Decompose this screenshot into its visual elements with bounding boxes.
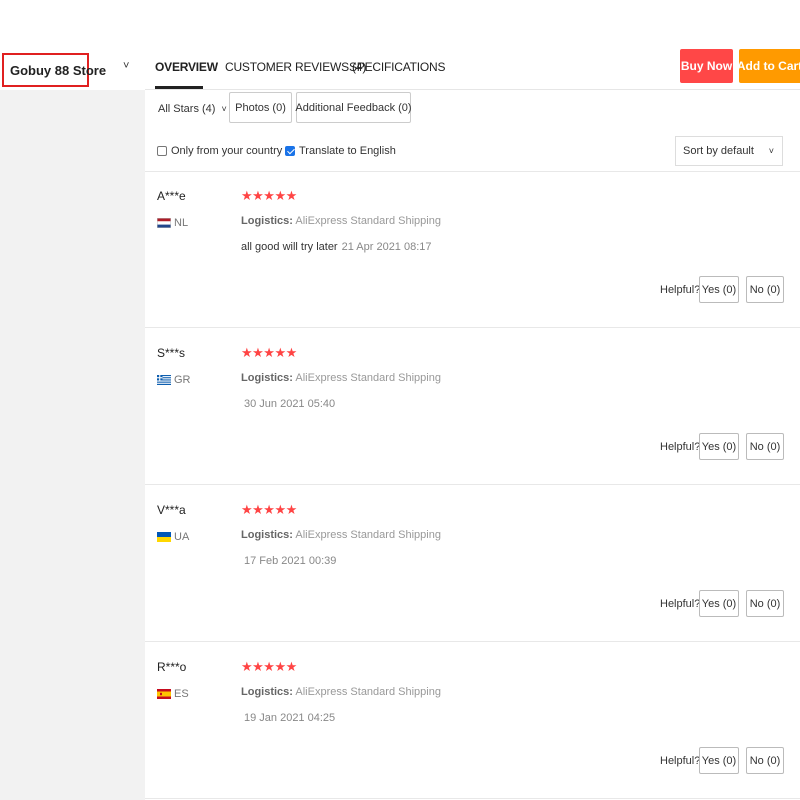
additional-feedback-button[interactable]: Additional Feedback (0) [295, 92, 412, 123]
sort-select[interactable]: Sort by default ˅ [675, 136, 783, 166]
helpful-no-button[interactable]: No (0) [746, 747, 784, 774]
only-country-checkbox[interactable]: Only from your country [157, 145, 282, 157]
logistics-value: AliExpress Standard Shipping [295, 529, 441, 541]
helpful-yes-button[interactable]: Yes (0) [699, 590, 739, 617]
review-date: 19 Jan 2021 04:25 [244, 712, 336, 724]
helpful-label: Helpful? [660, 755, 701, 767]
helpful-yes-button[interactable]: Yes (0) [699, 747, 739, 774]
checkbox-checked-icon [285, 146, 295, 156]
header-divider [145, 89, 800, 90]
reviewer-name: V***a [157, 503, 186, 517]
helpful-label: Helpful? [660, 441, 701, 453]
netherlands-flag-icon [157, 218, 171, 228]
tab-overview[interactable]: OVERVIEW [155, 60, 218, 74]
review-content: 19 Jan 2021 04:25 [241, 712, 335, 724]
helpful-yes-button[interactable]: Yes (0) [699, 276, 739, 303]
translate-label: Translate to English [299, 145, 396, 157]
tab-specifications[interactable]: SPECIFICATIONS [349, 60, 446, 74]
logistics-info: Logistics: AliExpress Standard Shipping [241, 686, 441, 698]
store-name[interactable]: Gobuy 88 Store [2, 53, 106, 87]
buy-now-button[interactable]: Buy Now [680, 49, 733, 83]
star-rating: ★★★★★ [241, 345, 297, 360]
review-divider [145, 641, 800, 642]
photos-filter-button[interactable]: Photos (0) [229, 92, 292, 123]
review-content: 17 Feb 2021 00:39 [241, 555, 336, 567]
helpful-no-button[interactable]: No (0) [746, 433, 784, 460]
star-rating: ★★★★★ [241, 188, 297, 203]
logistics-value: AliExpress Standard Shipping [295, 372, 441, 384]
country-code: GR [174, 374, 191, 386]
chevron-down-icon[interactable]: ˅ [123, 60, 135, 74]
reviewer-country: GR [157, 374, 191, 386]
logistics-label: Logistics: [241, 372, 293, 384]
star-rating: ★★★★★ [241, 502, 297, 517]
reviewer-name: A***e [157, 189, 186, 203]
country-code: NL [174, 217, 189, 229]
helpful-no-button[interactable]: No (0) [746, 590, 784, 617]
review-text: all good will try later [241, 241, 338, 253]
spain-flag-icon [157, 689, 171, 699]
logistics-label: Logistics: [241, 529, 293, 541]
helpful-yes-button[interactable]: Yes (0) [699, 433, 739, 460]
review-content: 30 Jun 2021 05:40 [241, 398, 335, 410]
review-divider [145, 484, 800, 485]
star-rating: ★★★★★ [241, 659, 297, 674]
tab-customer-reviews[interactable]: CUSTOMER REVIEWS (4) [225, 60, 366, 74]
reviewer-country: NL [157, 217, 188, 229]
logistics-info: Logistics: AliExpress Standard Shipping [241, 529, 441, 541]
product-page: Gobuy 88 Store ˅ OVERVIEW CUSTOMER REVIE… [0, 0, 800, 800]
reviews-top-divider [145, 171, 800, 172]
review-divider [145, 327, 800, 328]
logistics-value: AliExpress Standard Shipping [295, 686, 441, 698]
ukraine-flag-icon [157, 532, 171, 542]
helpful-label: Helpful? [660, 598, 701, 610]
country-code: ES [174, 688, 189, 700]
logistics-label: Logistics: [241, 215, 293, 227]
review-date: 30 Jun 2021 05:40 [244, 398, 336, 410]
country-code: UA [174, 531, 190, 543]
sort-label: Sort by default [683, 145, 754, 157]
review-date: 21 Apr 2021 08:17 [341, 241, 432, 253]
reviewer-name: S***s [157, 346, 186, 360]
logistics-label: Logistics: [241, 686, 293, 698]
translate-checkbox[interactable]: Translate to English [285, 145, 396, 157]
review-date: 17 Feb 2021 00:39 [244, 555, 337, 567]
logistics-value: AliExpress Standard Shipping [295, 215, 441, 227]
reviewer-country: UA [157, 531, 189, 543]
only-country-label: Only from your country [171, 145, 283, 157]
star-filter-label: All Stars (4) [158, 103, 216, 115]
logistics-info: Logistics: AliExpress Standard Shipping [241, 372, 441, 384]
review-divider [145, 798, 800, 799]
star-filter-select[interactable]: All Stars (4) ˅ [158, 103, 227, 115]
chevron-down-icon: ˅ [221, 104, 227, 114]
review-content: all good will try later 21 Apr 2021 08:17 [241, 241, 432, 253]
helpful-label: Helpful? [660, 284, 701, 296]
greece-flag-icon [157, 375, 171, 385]
chevron-down-icon: ˅ [768, 146, 774, 156]
left-panel [0, 90, 145, 800]
reviewer-country: ES [157, 688, 189, 700]
checkbox-unchecked-icon [157, 146, 167, 156]
helpful-no-button[interactable]: No (0) [746, 276, 784, 303]
logistics-info: Logistics: AliExpress Standard Shipping [241, 215, 441, 227]
add-to-cart-button[interactable]: Add to Cart [739, 49, 800, 83]
reviewer-name: R***o [157, 660, 187, 674]
